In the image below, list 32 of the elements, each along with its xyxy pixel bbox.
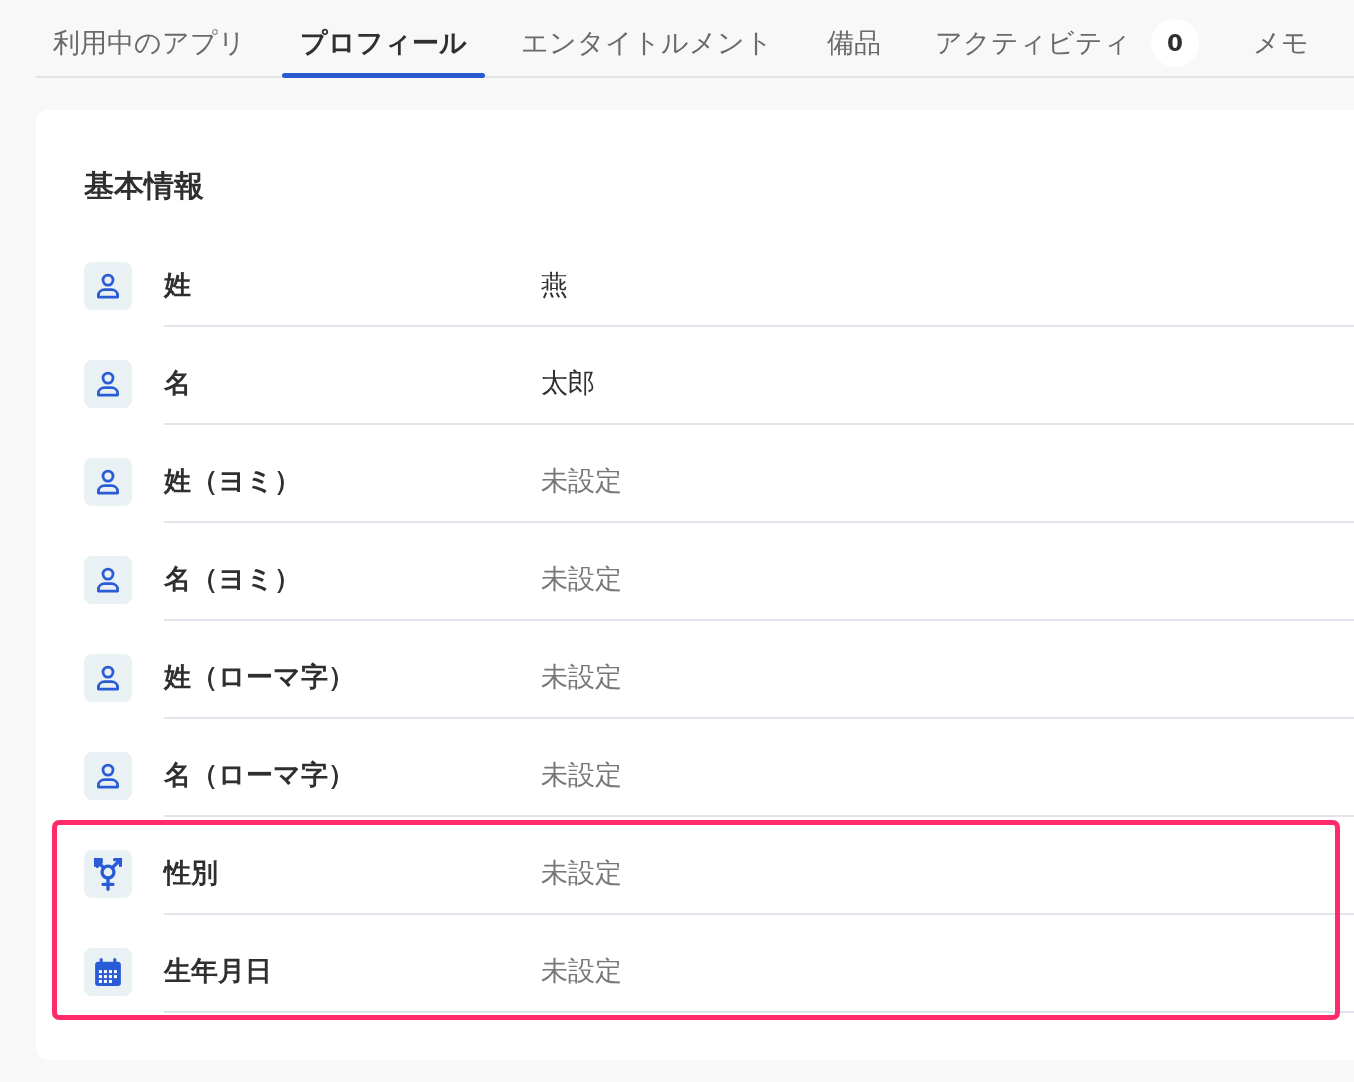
- tab[interactable]: アクティビティ 0: [917, 0, 1217, 78]
- tab[interactable]: メモ: [1235, 0, 1327, 78]
- tab[interactable]: 利用中のアプリ: [35, 0, 264, 78]
- person-icon: [84, 654, 132, 702]
- field-label: 名: [164, 366, 191, 400]
- count-badge: 0: [1151, 18, 1199, 67]
- field-value: 未設定: [541, 660, 622, 694]
- person-icon: [84, 556, 132, 604]
- field-value: 未設定: [541, 562, 622, 596]
- gender-symbol-icon: [84, 850, 132, 898]
- calendar-icon: [84, 948, 132, 996]
- tab[interactable]: 備品: [809, 0, 899, 78]
- field-value: 未設定: [541, 758, 622, 792]
- person-icon: [84, 752, 132, 800]
- person-icon: [84, 262, 132, 310]
- field-value: 未設定: [541, 856, 622, 890]
- field-label: 性別: [164, 856, 218, 890]
- field-value: 未設定: [541, 464, 622, 498]
- field-label: 姓: [164, 268, 191, 302]
- tab[interactable]: エンタイトルメント: [503, 0, 791, 78]
- field-label: 名（ローマ字）: [164, 758, 355, 792]
- field-value: 燕: [541, 268, 568, 302]
- person-icon: [84, 458, 132, 506]
- field-label: 姓（ヨミ）: [164, 464, 301, 498]
- field-value: 太郎: [541, 366, 595, 400]
- field-label: 姓（ローマ字）: [164, 660, 355, 694]
- section-title: 基本情報: [84, 167, 204, 205]
- field-label: 生年月日: [164, 954, 272, 988]
- field-label: 名（ヨミ）: [164, 562, 301, 596]
- field-value: 未設定: [541, 954, 622, 988]
- person-icon: [84, 360, 132, 408]
- tab[interactable]: プロフィール: [282, 0, 485, 78]
